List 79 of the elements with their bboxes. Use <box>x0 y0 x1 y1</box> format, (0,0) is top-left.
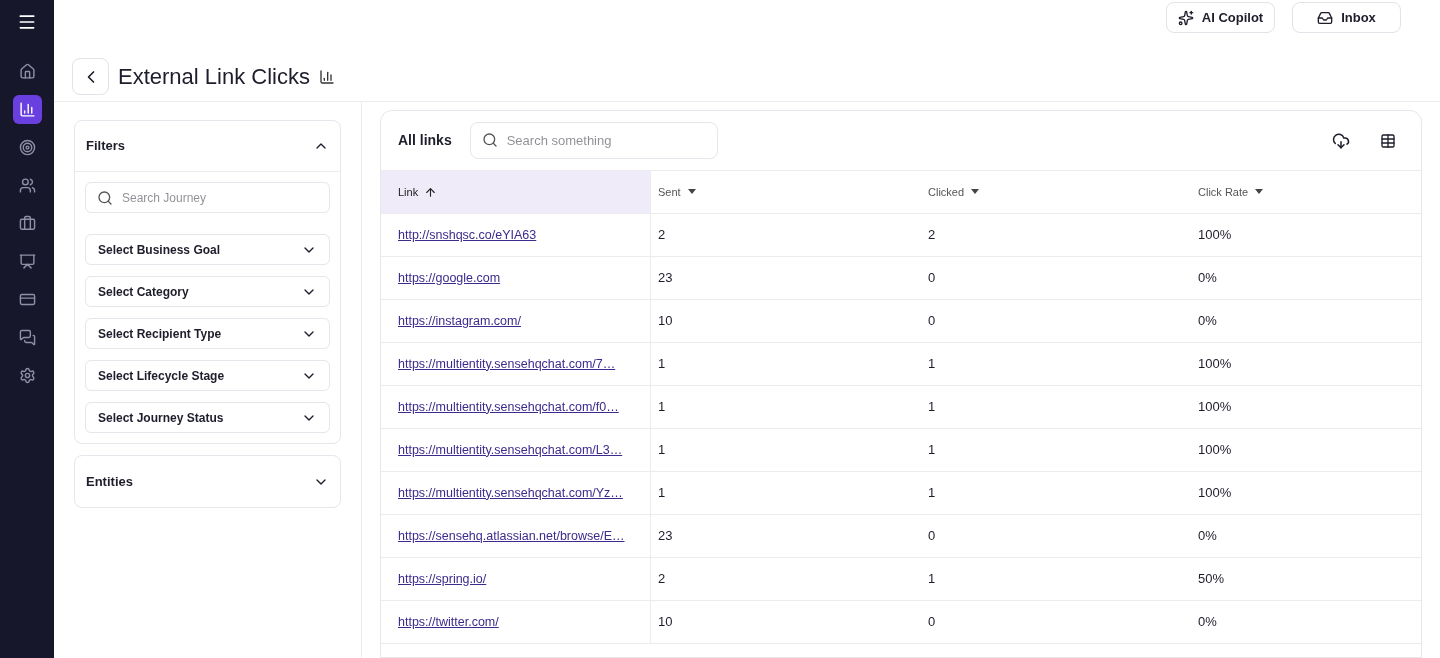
link[interactable]: https://multientity.sensehqchat.com/f0… <box>398 397 619 417</box>
header-button[interactable]: Inbox <box>1292 2 1401 33</box>
column-header[interactable]: Click Rate <box>1191 171 1421 214</box>
sort-arrow-icon <box>424 185 438 199</box>
table-cell-text: 0% <box>1198 613 1217 632</box>
table-cell-text: 2 <box>658 570 666 589</box>
select-dropdown[interactable]: Select Lifecycle Stage <box>85 360 330 391</box>
table-cell-text: 100% <box>1198 484 1232 503</box>
table-cell-text: 23 <box>658 527 673 546</box>
link[interactable]: https://twitter.com/ <box>398 612 499 632</box>
search-field[interactable]: Search something <box>469 122 718 159</box>
select-dropdown[interactable]: Select Business Goal <box>85 234 330 265</box>
caret-down-icon <box>1254 189 1265 195</box>
people-icon <box>18 177 36 194</box>
table-cell-text: 0% <box>1198 312 1217 331</box>
search-field[interactable]: Search Journey <box>85 182 330 213</box>
link[interactable]: https://sensehq.atlassian.net/browse/E… <box>398 526 625 546</box>
bar-chart-icon <box>318 68 335 85</box>
briefcase-icon <box>18 215 36 232</box>
table-cell-text: 100% <box>1198 226 1232 245</box>
table-cell-text: 1 <box>658 355 666 374</box>
target-icon <box>18 139 36 156</box>
table-cell-text: 1 <box>928 398 936 417</box>
table-title: All links <box>398 131 452 150</box>
link[interactable]: http://snshqsc.co/eYIA63 <box>398 225 537 245</box>
table-cell-text: 50% <box>1198 570 1225 589</box>
page-title: External Link Clicks <box>118 63 310 91</box>
table-cell-text: 2 <box>658 226 666 245</box>
table-cell-text: 1 <box>658 484 666 503</box>
table-icon[interactable] <box>1380 132 1396 149</box>
home-icon <box>18 63 36 80</box>
link[interactable]: https://multientity.sensehqchat.com/7… <box>398 354 616 374</box>
caret-down-icon <box>970 189 981 195</box>
table-cell-text: 0% <box>1198 269 1217 288</box>
column-header[interactable]: Link <box>381 171 651 214</box>
table-cell-text: 1 <box>928 570 936 589</box>
select-dropdown[interactable]: Select Recipient Type <box>85 318 330 349</box>
table-cell-text: 100% <box>1198 398 1232 417</box>
sparkle-icon <box>1177 9 1194 26</box>
link[interactable]: https://google.com <box>398 268 501 288</box>
link[interactable]: https://instagram.com/ <box>398 311 521 331</box>
column-header[interactable]: Clicked <box>921 171 1191 214</box>
download-icon[interactable] <box>1332 131 1350 150</box>
table-cell-text: 10 <box>658 312 673 331</box>
inbox-icon <box>1317 9 1334 26</box>
chat-icon <box>18 329 36 346</box>
bar-chart-icon <box>18 101 36 118</box>
nav-item[interactable] <box>12 95 42 124</box>
column-header[interactable]: Sent <box>651 171 921 214</box>
panel-header[interactable]: Entities <box>75 456 340 507</box>
select-dropdown[interactable]: Select Category <box>85 276 330 307</box>
table-cell-text: 0 <box>928 613 936 632</box>
table-cell-text: 1 <box>658 441 666 460</box>
table-cell-text: 100% <box>1198 441 1232 460</box>
table-cell-text: 23 <box>658 269 673 288</box>
link[interactable]: https://multientity.sensehqchat.com/L3… <box>398 440 623 460</box>
panel-header[interactable]: Filters <box>75 121 340 172</box>
select-dropdown[interactable]: Select Journey Status <box>85 402 330 433</box>
table-cell-text: 0% <box>1198 527 1217 546</box>
card-icon <box>18 291 36 308</box>
table-cell-text: 1 <box>658 398 666 417</box>
table-cell-text: 10 <box>658 613 673 632</box>
link[interactable]: https://multientity.sensehqchat.com/Yz… <box>398 483 623 503</box>
search-icon <box>97 190 113 206</box>
caret-down-icon <box>686 189 697 195</box>
search-icon <box>481 132 498 148</box>
table-cell-text: 1 <box>928 355 936 374</box>
table-cell-text: 0 <box>928 269 936 288</box>
table-cell-text: 1 <box>928 441 936 460</box>
link[interactable]: https://spring.io/ <box>398 569 487 589</box>
table-cell-text: 0 <box>928 312 936 331</box>
table-cell-text: 100% <box>1198 355 1232 374</box>
header-button[interactable]: AI Copilot <box>1166 2 1275 33</box>
table-cell-text: 2 <box>928 226 936 245</box>
menu-icon[interactable] <box>17 12 37 32</box>
presentation-board-icon <box>18 253 36 270</box>
settings-icon <box>18 367 36 384</box>
table-cell-text: 0 <box>928 527 936 546</box>
table-cell-text: 1 <box>928 484 936 503</box>
